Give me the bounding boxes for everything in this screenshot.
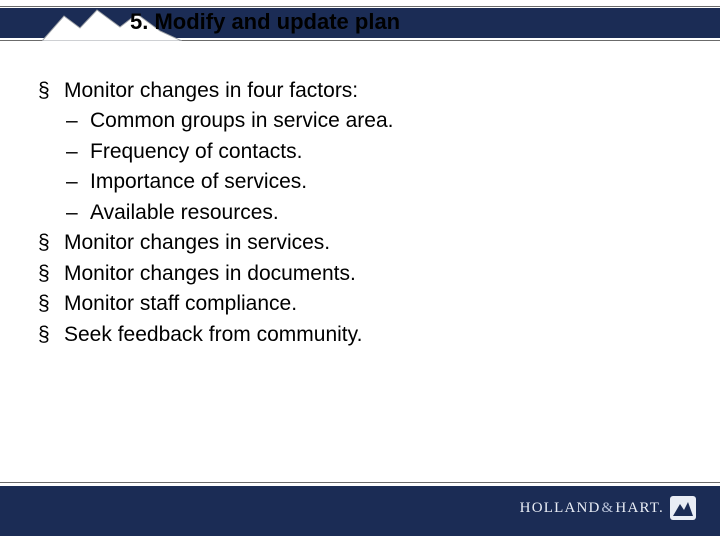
content-area: Monitor changes in four factors: Common … bbox=[34, 76, 690, 350]
logo-company-2: HART bbox=[615, 500, 659, 516]
sub-text: Common groups in service area. bbox=[90, 109, 393, 132]
list-item: Monitor staff compliance. bbox=[34, 289, 690, 319]
footer-rule bbox=[0, 482, 720, 483]
list-item: Monitor changes in services. bbox=[34, 228, 690, 258]
list-item: Seek feedback from community. bbox=[34, 320, 690, 350]
sub-text: Available resources. bbox=[90, 201, 279, 224]
slide: 5. Modify and update plan Monitor change… bbox=[0, 0, 720, 540]
bullet-text: Monitor changes in documents. bbox=[64, 262, 356, 285]
sub-list-item: Common groups in service area. bbox=[64, 106, 690, 136]
sub-list: Common groups in service area. Frequency… bbox=[64, 106, 690, 228]
logo-suffix: . bbox=[659, 500, 664, 516]
logo-mountain-icon bbox=[670, 496, 696, 520]
list-item: Monitor changes in documents. bbox=[34, 259, 690, 289]
bullet-text: Monitor changes in four factors: bbox=[64, 79, 358, 102]
sub-list-item: Importance of services. bbox=[64, 167, 690, 197]
logo-text: HOLLAND&HART. bbox=[520, 500, 664, 517]
bullet-text: Monitor staff compliance. bbox=[64, 292, 297, 315]
logo-ampersand: & bbox=[601, 500, 616, 516]
sub-list-item: Available resources. bbox=[64, 198, 690, 228]
sub-text: Importance of services. bbox=[90, 170, 307, 193]
sub-text: Frequency of contacts. bbox=[90, 140, 302, 163]
bullet-text: Seek feedback from community. bbox=[64, 323, 362, 346]
footer-logo: HOLLAND&HART. bbox=[520, 496, 696, 520]
sub-list-item: Frequency of contacts. bbox=[64, 137, 690, 167]
slide-title: 5. Modify and update plan bbox=[130, 9, 700, 35]
footer: HOLLAND&HART. bbox=[0, 482, 720, 540]
header: 5. Modify and update plan bbox=[0, 0, 720, 46]
bullet-text: Monitor changes in services. bbox=[64, 231, 330, 254]
bullet-list: Monitor changes in four factors: Common … bbox=[34, 76, 690, 350]
logo-company-1: HOLLAND bbox=[520, 500, 601, 516]
list-item: Monitor changes in four factors: Common … bbox=[34, 76, 690, 228]
